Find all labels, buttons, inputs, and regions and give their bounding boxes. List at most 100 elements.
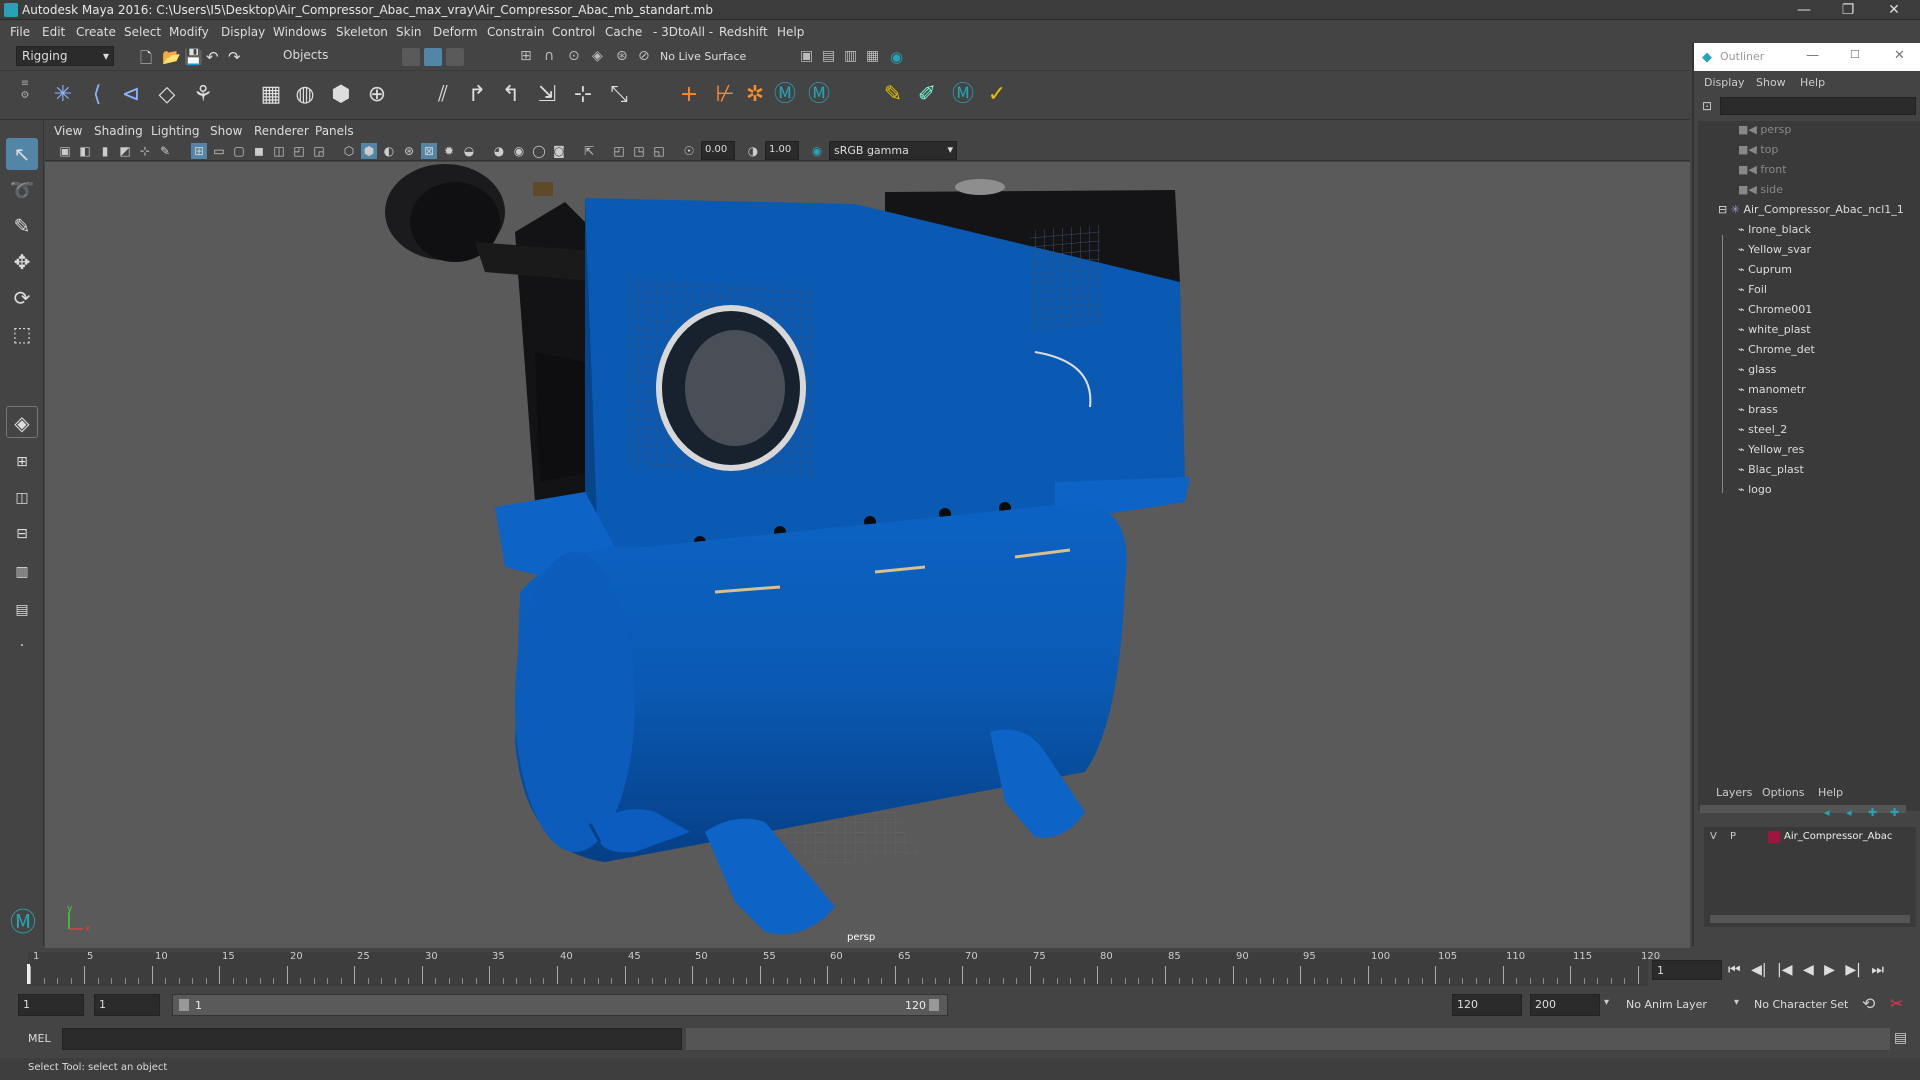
- humanik-icon[interactable]: ⚘: [188, 80, 218, 110]
- command-input[interactable]: [62, 1028, 682, 1050]
- layers-menu-options[interactable]: Options: [1762, 786, 1804, 799]
- resolution-gate-icon[interactable]: ▢: [231, 143, 247, 159]
- outliner-search-input[interactable]: [1720, 97, 1916, 115]
- aim-constraint-icon[interactable]: ⊹: [568, 80, 598, 110]
- menu-edit[interactable]: Edit: [42, 25, 65, 39]
- outliner-minimize-button[interactable]: —: [1806, 48, 1819, 63]
- paint-weights-icon[interactable]: ✎: [878, 80, 908, 110]
- menu-windows[interactable]: Windows: [273, 25, 327, 39]
- two-pane-side-layout-icon[interactable]: ◫: [6, 482, 38, 514]
- outliner-mesh-item[interactable]: ⌁ logo: [1738, 483, 1772, 503]
- outliner-mesh-item[interactable]: ⌁ Chrome_det: [1738, 343, 1815, 363]
- isolate-select-icon[interactable]: ⇱: [581, 143, 597, 159]
- outliner-persp-layout-icon[interactable]: ▥: [6, 556, 38, 588]
- orient-constraint-icon[interactable]: ↰: [496, 80, 526, 110]
- anim-layer-dropdown[interactable]: No Anim Layer: [1622, 994, 1740, 1016]
- undo-icon[interactable]: ↶: [206, 48, 224, 66]
- ik-handle-icon[interactable]: ⟨: [82, 80, 112, 110]
- select-tool-icon[interactable]: ↖: [6, 138, 38, 170]
- menu-deform[interactable]: Deform: [433, 25, 478, 39]
- outliner-root-item[interactable]: ⊟ ✳ Air_Compressor_Abac_ncl1_1: [1718, 203, 1904, 223]
- outliner-camera-item[interactable]: ■◀ side: [1738, 183, 1783, 203]
- script-editor-icon[interactable]: ▤: [1894, 1030, 1907, 1046]
- time-slider[interactable]: 1 5 10 15 20 25 30 35 40 45 50 55 60 65 70 75 80 85 90 95 10…: [0, 948, 1690, 988]
- range-slider-end-handle[interactable]: [929, 999, 939, 1011]
- menu-control[interactable]: Control: [552, 25, 595, 39]
- gate-mask-icon[interactable]: ◼: [251, 143, 267, 159]
- snap-surface-icon[interactable]: ⊘: [638, 48, 656, 66]
- outliner-close-button[interactable]: ✕: [1894, 48, 1905, 63]
- select-hierarchy-icon[interactable]: [402, 48, 420, 66]
- play-forwards-icon[interactable]: ▶: [1824, 962, 1835, 978]
- snap-point-icon[interactable]: ⊙: [568, 48, 586, 66]
- use-all-lights-icon[interactable]: ✹: [441, 143, 457, 159]
- scene-end-field[interactable]: 200: [1530, 994, 1600, 1016]
- open-scene-icon[interactable]: 📂: [162, 48, 181, 66]
- layer-move-down-icon[interactable]: ◂: [1846, 806, 1852, 819]
- parent-constraint-icon[interactable]: ⫽: [428, 80, 458, 110]
- menu-skin[interactable]: Skin: [396, 25, 422, 39]
- save-scene-icon[interactable]: 💾: [184, 48, 203, 66]
- blend-shape-icon[interactable]: ⊕: [362, 80, 392, 110]
- grease-pencil-icon[interactable]: ✎: [157, 143, 173, 159]
- outliner-mesh-item[interactable]: ⌁ Foil: [1738, 283, 1767, 303]
- point-constraint-icon[interactable]: ↱: [462, 80, 492, 110]
- color-management-icon[interactable]: ◉: [809, 143, 825, 159]
- outliner-menu-show[interactable]: Show: [1756, 76, 1786, 89]
- render-settings-icon[interactable]: ▦: [866, 48, 884, 66]
- outliner-mesh-item[interactable]: ⌁ glass: [1738, 363, 1776, 383]
- anti-aliasing-icon[interactable]: ◯: [531, 143, 547, 159]
- range-slider-start-handle[interactable]: [179, 999, 189, 1011]
- minimize-button[interactable]: —: [1782, 0, 1826, 20]
- menu-file[interactable]: File: [10, 25, 30, 39]
- field-chart-icon[interactable]: ◫: [271, 143, 287, 159]
- current-time-indicator[interactable]: [27, 964, 30, 984]
- xray-joints-icon[interactable]: ◰: [611, 143, 627, 159]
- maya-tool-3-icon[interactable]: Ⓜ: [948, 80, 978, 110]
- film-gate-icon[interactable]: ▭: [211, 143, 227, 159]
- render-frame-icon[interactable]: ▤: [822, 48, 840, 66]
- outliner-mesh-item[interactable]: ⌁ Irone_black: [1738, 223, 1811, 243]
- check-icon[interactable]: ✓: [982, 80, 1012, 110]
- view-transform-dropdown[interactable]: sRGB gamma ▾: [829, 141, 957, 160]
- 2d-pan-zoom-icon[interactable]: ⊹: [137, 143, 153, 159]
- menuset-dropdown[interactable]: Rigging ▾: [16, 46, 114, 66]
- wireframe-on-shaded-icon[interactable]: ◐: [381, 143, 397, 159]
- joint-tool-icon[interactable]: ✳: [48, 80, 78, 110]
- motion-blur-icon[interactable]: ◉: [511, 143, 527, 159]
- xray-active-icon[interactable]: ◳: [631, 143, 647, 159]
- outliner-camera-item[interactable]: ■◀ top: [1738, 143, 1778, 163]
- vp-menu-view[interactable]: View: [54, 124, 82, 138]
- rotate-tool-icon[interactable]: ⟳: [6, 282, 38, 314]
- layer-move-up-icon[interactable]: ◂: [1824, 806, 1830, 819]
- cluster-icon[interactable]: ◍: [290, 80, 320, 110]
- menu-select[interactable]: Select: [124, 25, 161, 39]
- four-pane-layout-icon[interactable]: ⊞: [6, 446, 38, 478]
- layer-color-swatch[interactable]: [1768, 831, 1780, 843]
- restore-button[interactable]: ❐: [1826, 0, 1870, 20]
- outliner-mesh-item[interactable]: ⌁ Chrome001: [1738, 303, 1812, 323]
- ik-spline-icon[interactable]: ⊲: [116, 80, 146, 110]
- camera-select-icon[interactable]: ▣: [57, 143, 73, 159]
- step-back-frame-icon[interactable]: ◀|: [1751, 962, 1766, 978]
- layers-horizontal-scrollbar[interactable]: [1710, 915, 1910, 923]
- exposure-field[interactable]: 0.00: [701, 141, 735, 160]
- smooth-weights-icon[interactable]: ✐: [912, 80, 942, 110]
- menu-redshift[interactable]: Redshift: [719, 25, 768, 39]
- live-surface-label[interactable]: No Live Surface: [660, 50, 746, 63]
- viewport-persp[interactable]: persp y x: [45, 162, 1690, 948]
- vp-menu-renderer[interactable]: Renderer: [254, 124, 309, 138]
- range-slider[interactable]: 1 120: [172, 994, 948, 1016]
- ipr-render-icon[interactable]: ▥: [844, 48, 862, 66]
- layer-playback-toggle[interactable]: P: [1730, 831, 1736, 842]
- outliner-mesh-item[interactable]: ⌁ Yellow_svar: [1738, 243, 1811, 263]
- chevron-down-icon[interactable]: ▾: [1604, 997, 1609, 1008]
- go-to-end-icon[interactable]: ⏭: [1871, 962, 1884, 978]
- layer-visibility-toggle[interactable]: V: [1710, 831, 1717, 842]
- single-pane-layout-icon[interactable]: ◈: [6, 406, 38, 438]
- layers-menu-layers[interactable]: Layers: [1716, 786, 1752, 799]
- smooth-shade-icon[interactable]: ⬢: [361, 143, 377, 159]
- menu-3dtoall[interactable]: - 3DtoAll -: [653, 25, 713, 39]
- new-layer-icon[interactable]: ✚: [1868, 806, 1877, 819]
- outliner-camera-item[interactable]: ■◀ persp: [1738, 123, 1791, 143]
